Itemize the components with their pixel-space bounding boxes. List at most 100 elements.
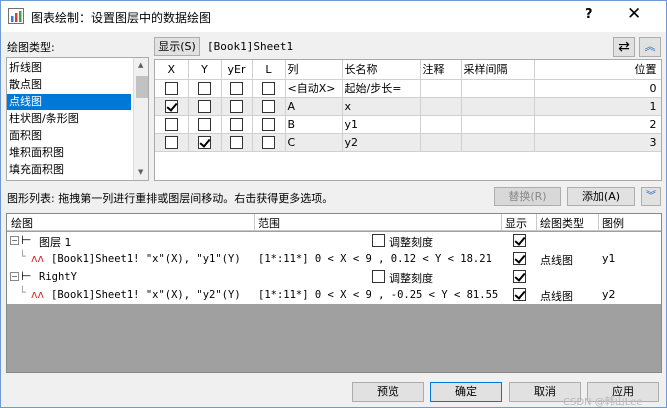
yerr-cell xyxy=(221,115,253,134)
plot-type: 点线图 xyxy=(540,290,573,303)
scroll-up-icon[interactable]: ▲ xyxy=(138,61,143,69)
plot-type-list[interactable]: 折线图 散点图 点线图 柱状图/条形图 面积图 堆积面积图 填充面积图 ▲ ▼ xyxy=(6,57,149,181)
header-position[interactable]: 位置 xyxy=(534,60,661,80)
header-sampling[interactable]: 采样间隔 xyxy=(461,60,535,80)
yerr-cell xyxy=(221,79,253,98)
add-button[interactable]: 添加(A) xyxy=(567,187,635,206)
x-checkbox[interactable] xyxy=(164,81,178,95)
header-show[interactable]: 显示 xyxy=(505,215,527,231)
plot-type: 点线图 xyxy=(540,254,573,267)
label-checkbox[interactable] xyxy=(262,117,275,131)
yerr-checkbox[interactable] xyxy=(230,81,243,95)
plot-legend: y1 xyxy=(602,252,616,265)
rescale-label: 调整刻度 xyxy=(389,236,433,249)
plot-row[interactable]: └ ᴧᴧ [Book1]Sheet1! "x"(X), "y1"(Y) [1*:… xyxy=(7,250,661,268)
position: 0 xyxy=(534,79,661,98)
column-row[interactable]: <自动X> 起始/步长= 0 xyxy=(155,79,661,98)
close-button[interactable]: ✕ xyxy=(627,4,641,24)
header-yerr[interactable]: yEr xyxy=(221,60,253,80)
plot-type-item[interactable]: 散点图 xyxy=(7,77,131,93)
plot-show-checkbox[interactable] xyxy=(513,252,526,265)
yerr-checkbox[interactable] xyxy=(230,135,243,149)
header-plot-type[interactable]: 绘图类型 xyxy=(540,215,584,231)
layer-row[interactable]: − ⊢ RightY 调整刻度 xyxy=(7,268,661,286)
rescale-checkbox[interactable] xyxy=(372,270,385,283)
header-range[interactable]: 范围 xyxy=(258,215,280,231)
plot-type-item[interactable]: 堆积面积图 xyxy=(7,145,131,161)
y-checkbox[interactable] xyxy=(198,117,211,131)
replace-button[interactable]: 替换(R) xyxy=(494,187,561,206)
rescale-checkbox[interactable] xyxy=(372,234,385,247)
comment xyxy=(420,79,462,98)
label-cell xyxy=(252,79,286,98)
label-checkbox[interactable] xyxy=(262,135,275,149)
column-row[interactable]: Cy2 3 xyxy=(155,133,661,152)
help-button[interactable]: ? xyxy=(585,7,593,22)
show-button[interactable]: 显示(S) xyxy=(154,37,200,56)
plot-type-item-selected[interactable]: 点线图 xyxy=(7,94,131,110)
collapse-icon[interactable]: − xyxy=(10,272,19,281)
plot-type-label: 绘图类型: xyxy=(7,41,55,54)
x-cell xyxy=(155,97,189,116)
plot-type-item[interactable]: 填充面积图 xyxy=(7,162,131,178)
y-checkbox[interactable] xyxy=(198,99,211,113)
x-cell xyxy=(155,79,189,98)
sampling xyxy=(461,133,535,152)
plot-data: [Book1]Sheet1! "x"(X), "y1"(Y) xyxy=(51,253,241,265)
tree-line: └ xyxy=(19,250,26,263)
preview-button[interactable]: 预览 xyxy=(352,382,424,402)
yerr-cell xyxy=(221,97,253,116)
column-name: B xyxy=(285,115,343,134)
x-checkbox[interactable] xyxy=(164,99,178,113)
scrollbar-thumb[interactable] xyxy=(136,76,148,98)
y-cell xyxy=(188,97,222,116)
label-cell xyxy=(252,97,286,116)
scroll-down-icon[interactable]: ▼ xyxy=(138,168,143,176)
plot-data: [Book1]Sheet1! "x"(X), "y2"(Y) xyxy=(51,289,241,301)
column-row[interactable]: By1 2 xyxy=(155,115,661,134)
header-x[interactable]: X xyxy=(155,60,189,80)
x-checkbox[interactable] xyxy=(164,117,178,131)
sampling xyxy=(461,79,535,98)
dialog-window: 图表绘制：设置图层中的数据绘图 ? ✕ 绘图类型: 折线图 散点图 点线图 柱状… xyxy=(0,0,667,408)
plot-show-checkbox[interactable] xyxy=(513,288,526,301)
header-column[interactable]: 列 xyxy=(285,60,343,80)
header-legend[interactable]: 图例 xyxy=(602,215,624,231)
layer-show-checkbox[interactable] xyxy=(513,234,526,247)
layer-name: RightY xyxy=(39,271,77,283)
header-plot[interactable]: 绘图 xyxy=(11,215,33,231)
ok-button[interactable]: 确定 xyxy=(430,382,502,402)
layer-name: 图层 1 xyxy=(39,236,72,249)
plot-type-item[interactable]: 折线图 xyxy=(7,60,131,76)
long-name: x xyxy=(342,97,421,116)
swap-icon[interactable]: ⇄ xyxy=(613,37,635,57)
x-checkbox[interactable] xyxy=(164,135,178,149)
column-row[interactable]: Ax 1 xyxy=(155,97,661,116)
position: 2 xyxy=(534,115,661,134)
plot-type-item[interactable]: 面积图 xyxy=(7,128,131,144)
yerr-checkbox[interactable] xyxy=(230,117,243,131)
y-checkbox[interactable] xyxy=(198,135,211,149)
yerr-checkbox[interactable] xyxy=(230,99,243,113)
label-checkbox[interactable] xyxy=(262,81,275,95)
header-long-name[interactable]: 长名称 xyxy=(342,60,421,80)
line-symbol-plot-icon: ᴧᴧ xyxy=(31,252,45,265)
collapse-icon[interactable]: − xyxy=(10,236,19,245)
y-checkbox[interactable] xyxy=(198,81,211,95)
column-name: C xyxy=(285,133,343,152)
expand-down-icon[interactable]: ︾ xyxy=(641,187,661,206)
title-bar: 图表绘制：设置图层中的数据绘图 ? ✕ xyxy=(1,1,666,32)
layer-show-checkbox[interactable] xyxy=(513,270,526,283)
header-comment[interactable]: 注释 xyxy=(420,60,462,80)
layer-row[interactable]: − ⊢ 图层 1 调整刻度 xyxy=(7,232,661,250)
long-name: y2 xyxy=(342,133,421,152)
label-checkbox[interactable] xyxy=(262,99,275,113)
label-cell xyxy=(252,115,286,134)
plot-row[interactable]: └ ᴧᴧ [Book1]Sheet1! "x"(X), "y2"(Y) [1*:… xyxy=(7,286,661,304)
plot-type-item[interactable]: 柱状图/条形图 xyxy=(7,111,131,127)
header-y[interactable]: Y xyxy=(188,60,222,80)
y-cell xyxy=(188,115,222,134)
header-l[interactable]: L xyxy=(252,60,286,80)
plot-type-scrollbar[interactable]: ▲ ▼ xyxy=(133,58,148,180)
collapse-up-icon[interactable]: ︽ xyxy=(639,37,661,57)
